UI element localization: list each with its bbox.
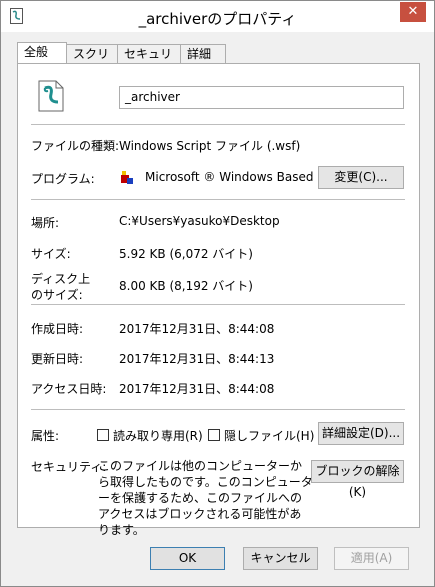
file-name-input[interactable]: _archiver	[119, 86, 404, 109]
accessed-label: アクセス日時:	[31, 382, 107, 396]
program-value: Microsoft ® Windows Based	[145, 170, 314, 184]
apply-button[interactable]: 適用(A)	[334, 547, 409, 570]
hidden-label[interactable]: 隠しファイル(H)	[224, 427, 314, 444]
readonly-checkbox[interactable]	[97, 429, 109, 441]
close-icon: ✕	[407, 4, 419, 19]
cancel-button[interactable]: キャンセル	[243, 547, 318, 570]
separator	[31, 199, 405, 200]
script-file-large-icon	[38, 80, 64, 112]
hidden-checkbox[interactable]	[208, 429, 220, 441]
location-value: C:¥Users¥yasuko¥Desktop	[119, 214, 280, 228]
security-label: セキュリティ:	[31, 460, 107, 474]
tab-general[interactable]: 全般	[17, 42, 67, 64]
size-label: サイズ:	[31, 247, 71, 261]
attributes-label: 属性:	[31, 429, 60, 443]
title-bar: _archiverのプロパティ ✕	[1, 1, 434, 32]
disk-size-value: 8.00 KB (8,192 バイト)	[119, 279, 253, 293]
readonly-label[interactable]: 読み取り専用(R)	[113, 427, 203, 444]
created-value: 2017年12月31日、8:44:08	[119, 322, 275, 336]
tab-script[interactable]: スクリプト	[66, 44, 118, 79]
disk-size-label-line1: ディスク上	[31, 272, 91, 286]
properties-dialog: _archiverのプロパティ ✕ 全般 スクリプト セキュリティ 詳細 _ar…	[0, 0, 435, 587]
general-panel: _archiver ファイルの種類: Windows Script ファイル (…	[17, 63, 420, 537]
size-value: 5.92 KB (6,072 バイト)	[119, 247, 253, 261]
unblock-button[interactable]: ブロックの解除(K)	[311, 460, 404, 499]
tab-security[interactable]: セキュリティ	[117, 44, 181, 79]
advanced-button[interactable]: 詳細設定(D)...	[318, 422, 404, 445]
accessed-value: 2017年12月31日、8:44:08	[119, 382, 275, 396]
modified-label: 更新日時:	[31, 352, 84, 366]
file-type-label: ファイルの種類:	[31, 139, 120, 153]
created-label: 作成日時:	[31, 322, 84, 336]
tab-details[interactable]: 詳細	[180, 44, 226, 63]
window-title: _archiverのプロパティ	[138, 10, 297, 28]
tab-general-label: 全般	[24, 45, 49, 59]
location-label: 場所:	[31, 216, 60, 230]
program-label: プログラム:	[31, 172, 95, 186]
file-type-value: Windows Script ファイル (.wsf)	[119, 139, 301, 153]
program-icon	[121, 171, 133, 184]
separator	[31, 304, 405, 305]
disk-size-label-line2: のサイズ:	[31, 288, 83, 302]
separator	[31, 124, 405, 125]
change-program-button[interactable]: 変更(C)...	[318, 166, 404, 189]
separator	[31, 409, 405, 410]
ok-button[interactable]: OK	[150, 547, 225, 570]
close-button[interactable]: ✕	[400, 2, 426, 22]
tab-details-label: 詳細	[187, 47, 212, 61]
modified-value: 2017年12月31日、8:44:13	[119, 352, 275, 366]
security-warning-text: このファイルは他のコンピューターから取得したものです。このコンピューターを保護す…	[98, 459, 313, 537]
